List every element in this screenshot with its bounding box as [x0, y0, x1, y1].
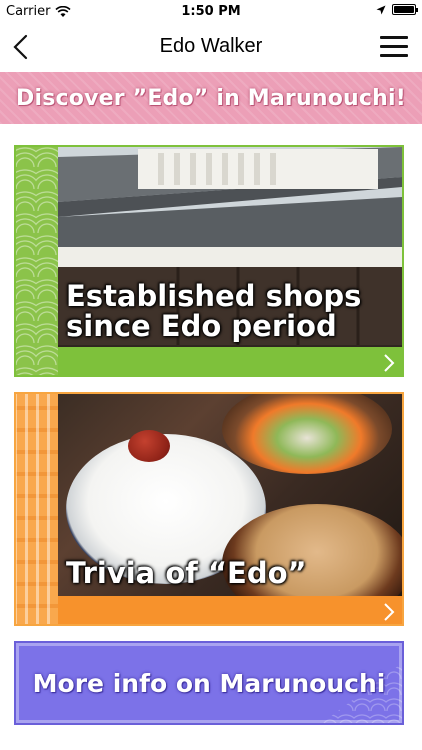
discover-banner: Discover ”Edo” in Marunouchi!	[0, 72, 422, 124]
menu-line	[380, 36, 408, 39]
hamburger-menu-icon[interactable]	[380, 36, 408, 58]
battery-icon	[392, 4, 418, 15]
more-info-label: More info on Marunouchi	[32, 668, 386, 698]
card-border	[14, 145, 404, 377]
status-time: 1:50 PM	[181, 4, 241, 19]
menu-line	[380, 54, 408, 57]
established-shops-card[interactable]: Established shops since Edo period	[14, 145, 404, 377]
location-arrow-icon	[376, 5, 386, 14]
status-bar: Carrier 1:50 PM	[0, 0, 422, 24]
card-border	[14, 392, 404, 626]
battery-fill	[394, 6, 414, 13]
more-info-button[interactable]: More info on Marunouchi	[14, 641, 404, 725]
menu-line	[380, 45, 408, 48]
page-title: Edo Walker	[159, 35, 263, 57]
trivia-card[interactable]: Trivia of “Edo”	[14, 392, 404, 626]
status-right	[376, 4, 418, 15]
banner-text: Discover ”Edo” in Marunouchi!	[16, 85, 406, 111]
navigation-bar: Edo Walker	[0, 24, 422, 70]
